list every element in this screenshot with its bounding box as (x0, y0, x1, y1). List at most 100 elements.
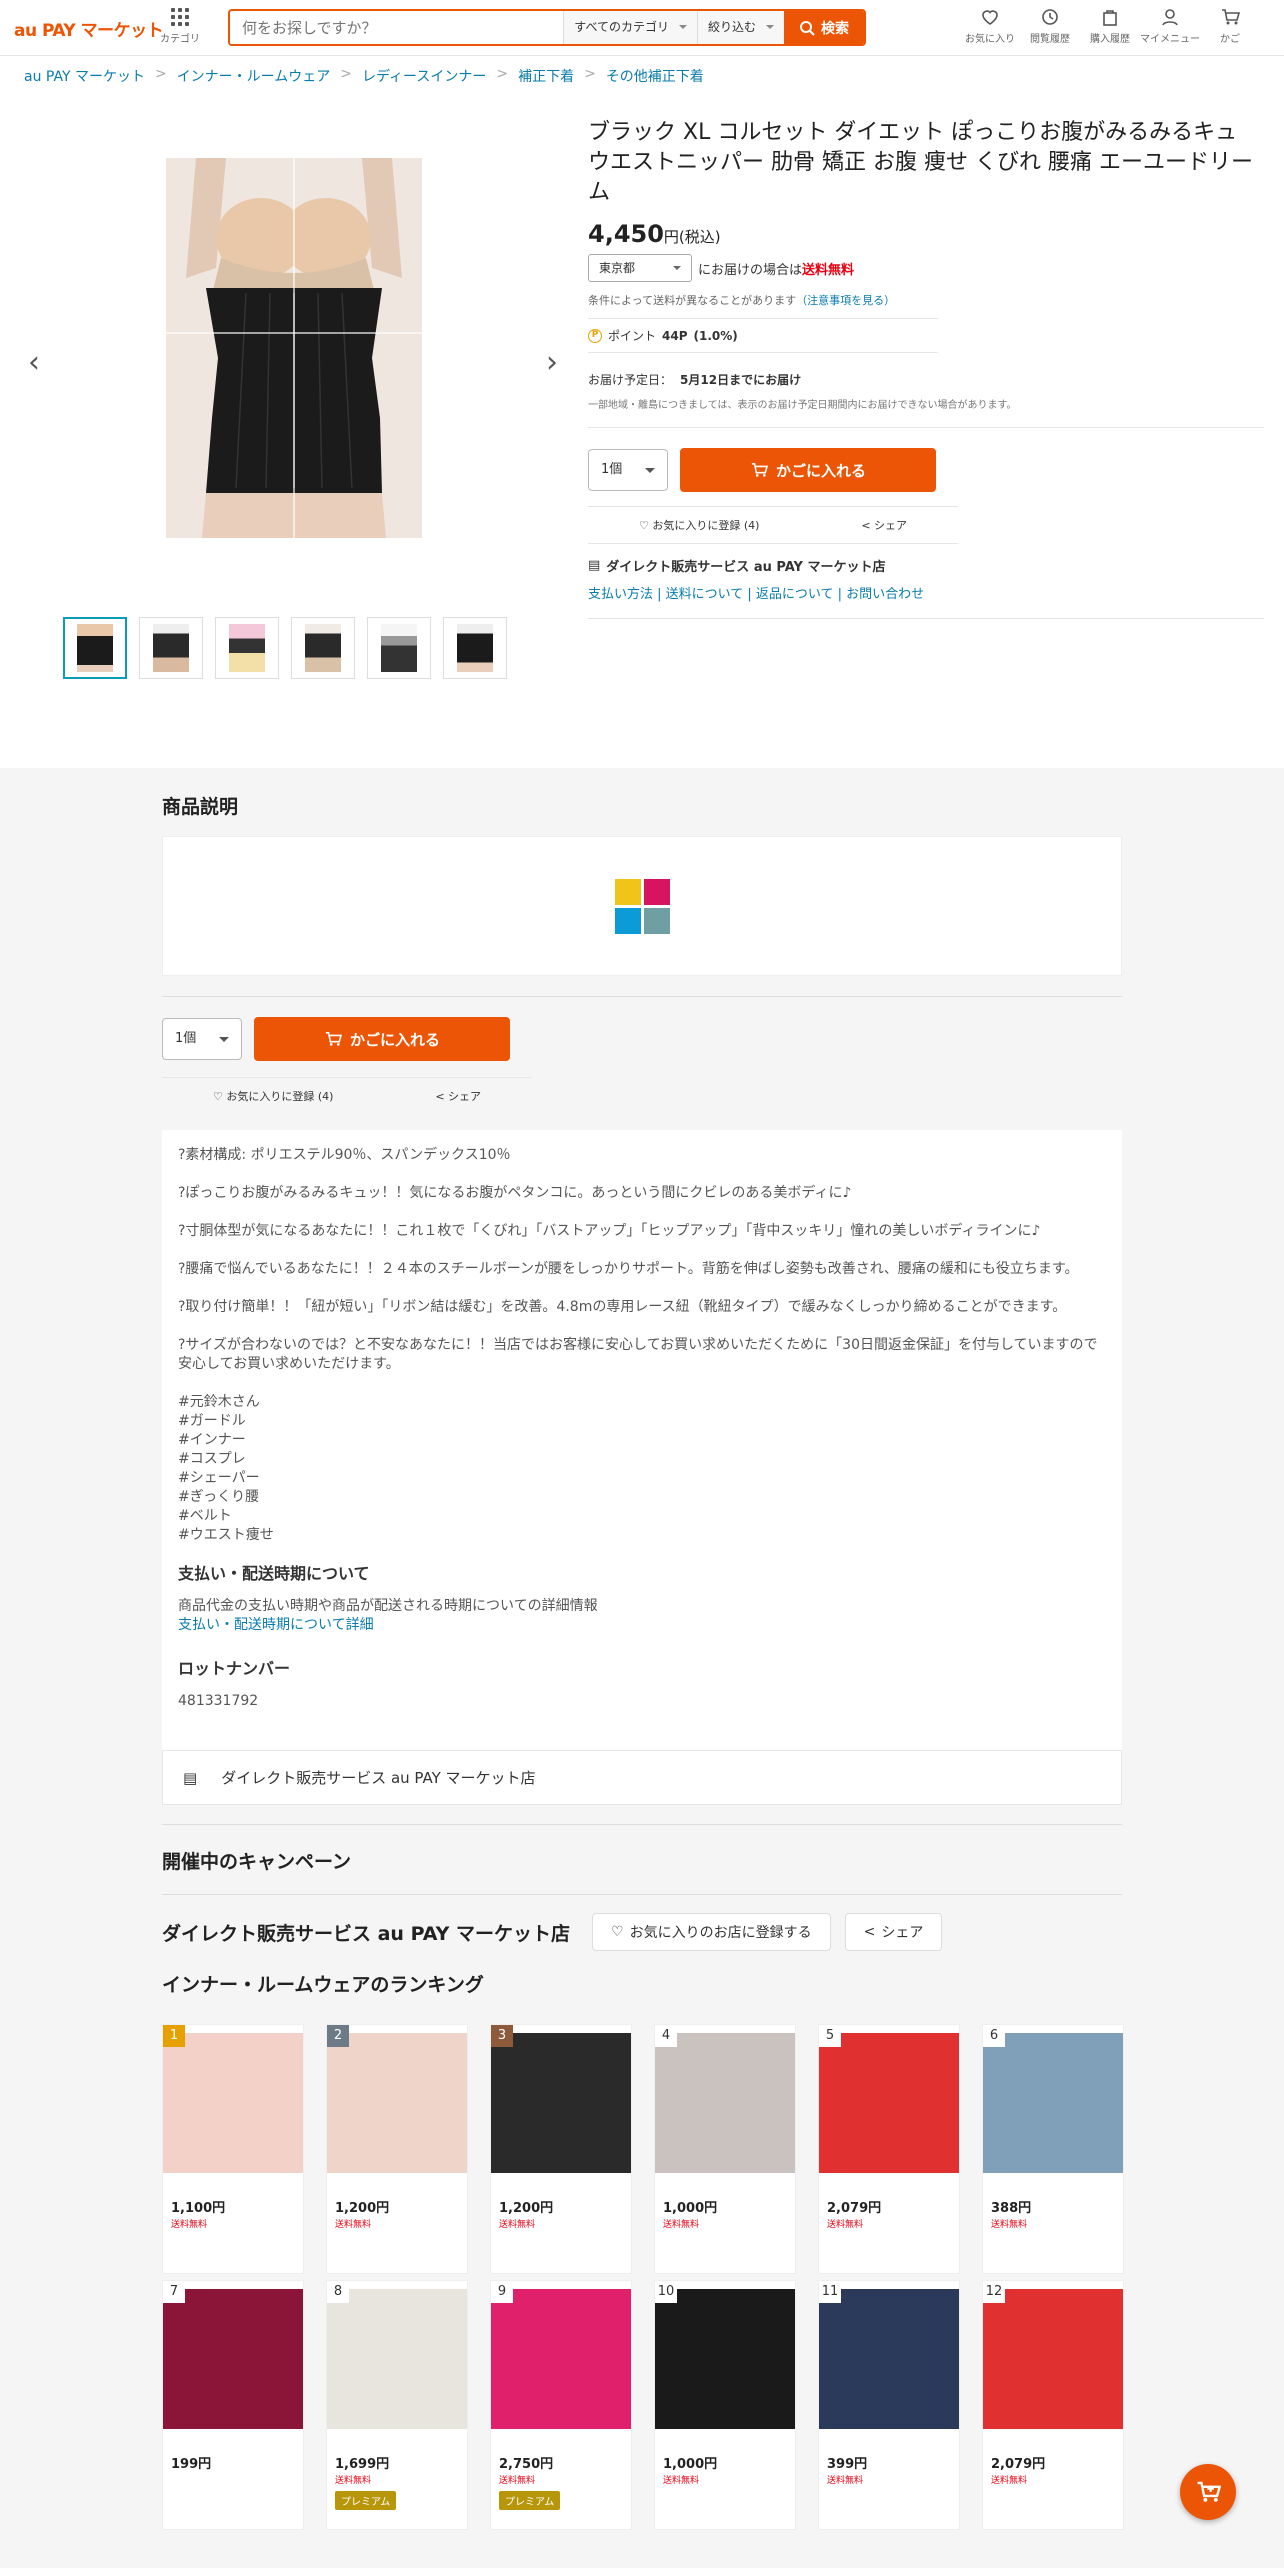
thumbnail[interactable] (215, 617, 279, 679)
ranking-item[interactable]: 4 1,000円 送料無料 (654, 2024, 796, 2274)
add-to-cart-label: かごに入れる (349, 1030, 440, 1049)
ranking-item-image[interactable] (327, 2033, 467, 2173)
free-shipping-label: 送料無料 (171, 2220, 208, 2230)
share-label: シェア (448, 1090, 482, 1103)
ranking-item-price: 1,000円 (663, 2457, 718, 2472)
mymenu-link[interactable]: マイメニュー (1140, 8, 1200, 45)
favorite-button[interactable]: ♡ お気に入りに登録 (4) (213, 1088, 333, 1104)
search-input[interactable] (230, 11, 564, 44)
ranking-item-image[interactable] (163, 2033, 303, 2173)
thumbnail[interactable] (291, 617, 355, 679)
breadcrumb-item[interactable]: その他補正下着 (606, 66, 704, 86)
premium-badge: プレミアム (335, 2491, 397, 2510)
search-button-label: 検索 (821, 20, 849, 37)
ranking-item[interactable]: 6 388円 送料無料 (982, 2024, 1124, 2274)
next-image-arrow[interactable]: › (546, 345, 558, 380)
breadcrumb-item[interactable]: au PAY マーケット (24, 66, 145, 86)
category-select[interactable]: すべてのカテゴリ (563, 11, 697, 44)
free-shipping-label: 送料無料 (991, 2476, 1028, 2486)
favorite-link[interactable]: お気に入り (960, 8, 1020, 45)
product-price: 4,450円(税込) (588, 220, 1264, 248)
ranking-item[interactable]: 3 1,200円 送料無料 (490, 2024, 632, 2274)
breadcrumb-item[interactable]: インナー・ルームウェア (177, 66, 331, 86)
ranking-item-image[interactable] (163, 2289, 303, 2429)
cart-link[interactable]: かご (1200, 8, 1260, 45)
thumbnail[interactable] (63, 617, 127, 679)
ranking-item[interactable]: 5 2,079円 送料無料 (818, 2024, 960, 2274)
free-shipping-label: 送料無料 (499, 2220, 536, 2230)
free-shipping-label: 送料無料 (827, 2476, 864, 2486)
ranking-item[interactable]: 7 199円 (162, 2280, 304, 2530)
add-to-cart-button[interactable]: かごに入れる (254, 1017, 510, 1061)
ranking-item[interactable]: 10 1,000円 送料無料 (654, 2280, 796, 2530)
shop-header: ダイレクト販売サービス au PAY マーケット店 ♡ お気に入りのお店に登録する… (162, 1894, 1122, 1951)
history-link[interactable]: 閲覧履歴 (1020, 8, 1080, 45)
ranking-item-image[interactable] (819, 2289, 959, 2429)
floating-cart-button[interactable] (1180, 2464, 1236, 2520)
thumbnail[interactable] (367, 617, 431, 679)
free-shipping-label: 送料無料 (802, 262, 855, 278)
hashtag: #シェーパー (178, 1470, 260, 1486)
prefecture-select[interactable]: 東京都 (588, 254, 692, 282)
share-button[interactable]: < シェア (435, 1088, 481, 1104)
ranking-item[interactable]: 1 1,100円 送料無料 (162, 2024, 304, 2274)
main-product-image[interactable] (166, 158, 422, 538)
prev-image-arrow[interactable]: ‹ (28, 345, 40, 380)
cart-row: 1個 かごに入れる (588, 448, 1264, 492)
thumbnail-strip (63, 617, 507, 679)
ranking-item[interactable]: 12 2,079円 送料無料 (982, 2280, 1124, 2530)
shop-share-button[interactable]: < シェア (844, 1913, 943, 1951)
ranking-item-image[interactable] (655, 2033, 795, 2173)
filter-select[interactable]: 絞り込む (696, 11, 784, 44)
payment-detail-link[interactable]: 支払い・配送時期について詳細 (178, 1616, 1106, 1635)
ranking-item[interactable]: 2 1,200円 送料無料 (326, 2024, 468, 2274)
grid-icon (171, 8, 189, 26)
shop-favorite-button[interactable]: ♡ お気に入りのお店に登録する (592, 1913, 831, 1951)
site-logo[interactable]: au PAY マーケット (14, 16, 164, 41)
cart-label: かご (1220, 34, 1240, 45)
point-rate: (1.0%) (693, 328, 738, 343)
user-icon (1162, 9, 1178, 26)
shop-name[interactable]: ダイレクト販売サービス au PAY マーケット店 (606, 556, 885, 575)
favorite-label: お気に入りに登録 (4) (652, 519, 760, 532)
delivery-label: お届け予定日： (588, 373, 673, 387)
add-to-cart-button[interactable]: かごに入れる (680, 448, 936, 492)
purchase-history-link[interactable]: 購入履歴 (1080, 8, 1140, 45)
hashtag: #インナー (178, 1432, 246, 1448)
share-button[interactable]: < シェア (861, 517, 907, 533)
favorite-button[interactable]: ♡ お気に入りに登録 (4) (639, 517, 759, 533)
favorite-label: お気に入りに登録 (4) (226, 1090, 334, 1103)
lot-number: 481331792 (178, 1693, 259, 1709)
ranking-item-image[interactable] (983, 2289, 1123, 2429)
ranking-item-image[interactable] (819, 2033, 959, 2173)
thumbnail[interactable] (443, 617, 507, 679)
ranking-item-image[interactable] (655, 2289, 795, 2429)
rank-badge: 1 (163, 2025, 185, 2047)
breadcrumb-item[interactable]: 補正下着 (518, 66, 574, 86)
ranking-heading: インナー・ルームウェアのランキング (162, 1974, 484, 1996)
rank-badge: 8 (327, 2281, 349, 2303)
ranking-item-image[interactable] (491, 2289, 631, 2429)
delivery-note: 一部地域・離島につきましては、表示のお届け予定日期間内にお届けできない場合があり… (588, 396, 1264, 428)
category-menu-button[interactable]: カテゴリ (160, 8, 200, 45)
cart-icon (751, 462, 768, 477)
ranking-item[interactable]: 8 1,699円 送料無料 プレミアム (326, 2280, 468, 2530)
shop-info: ▤ ダイレクト販売サービス au PAY マーケット店 支払い方法 | 送料につい… (588, 556, 1264, 619)
ranking-item-image[interactable] (327, 2289, 467, 2429)
ranking-item-image[interactable] (983, 2033, 1123, 2173)
quantity-select[interactable]: 1個 (588, 449, 668, 491)
ranking-item-image[interactable] (491, 2033, 631, 2173)
ranking-item[interactable]: 11 399円 送料無料 (818, 2280, 960, 2530)
rank-badge: 9 (491, 2281, 513, 2303)
search-button[interactable]: 検索 (784, 11, 864, 44)
quantity-select[interactable]: 1個 (162, 1018, 242, 1060)
cart-row-2: 1個 かごに入れる ♡ お気に入りに登録 (4) < シェア (162, 996, 1122, 1114)
shop-bar[interactable]: ▤ ダイレクト販売サービス au PAY マーケット店 (162, 1750, 1122, 1805)
breadcrumb-item[interactable]: レディースインナー (362, 66, 486, 86)
breadcrumb: au PAY マーケット > インナー・ルームウェア > レディースインナー > 補正… (24, 66, 704, 86)
thumbnail[interactable] (139, 617, 203, 679)
ranking-item[interactable]: 9 2,750円 送料無料 プレミアム (490, 2280, 632, 2530)
shipping-note-link[interactable]: （注意事項を見る） (796, 294, 895, 307)
description-line: ?素材構成: ポリエステル90％、スパンデックス10％ (178, 1147, 511, 1163)
shop-links[interactable]: 支払い方法 | 送料について | 返品について | お問い合わせ (588, 583, 1264, 602)
